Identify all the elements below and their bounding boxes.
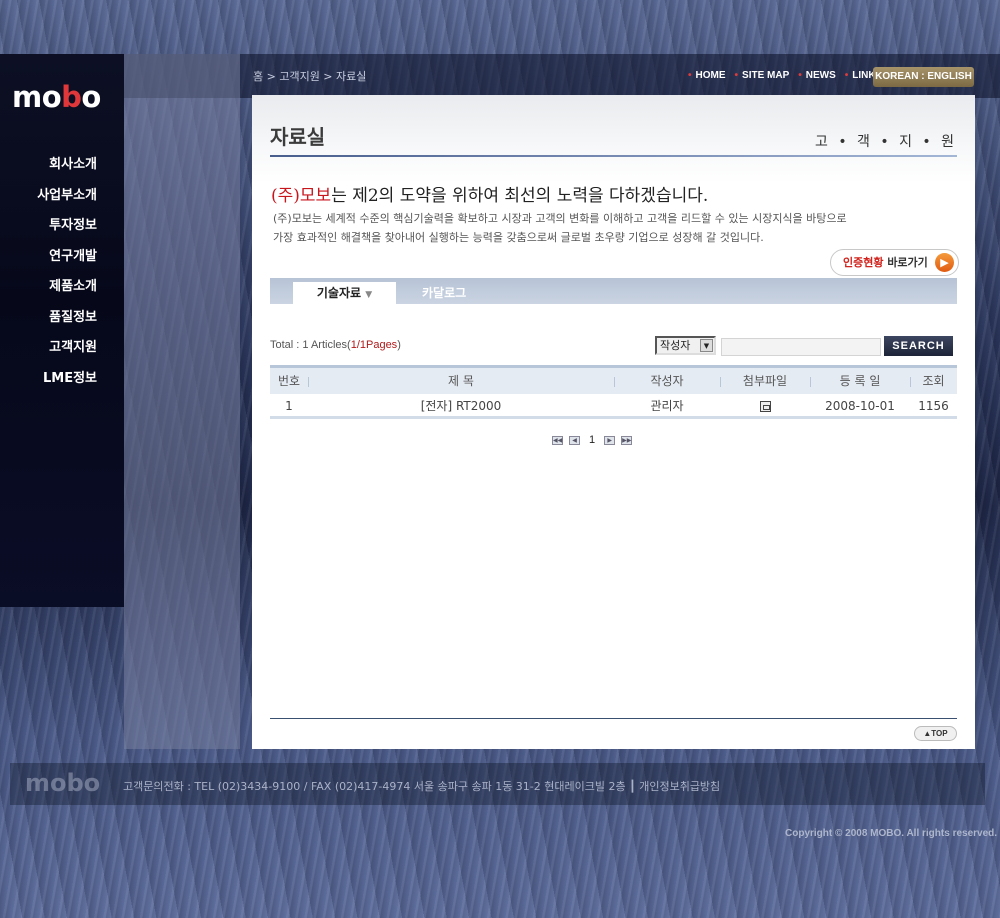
cert-button-label: 바로가기 [883,256,928,269]
footer-logo: mobo [25,769,101,797]
main-content: 자료실 고 • 객 • 지 • 원 (주)모보는 제2의 도약을 위하여 최선의… [252,95,975,749]
tab-catalog[interactable]: 카달로그 [422,282,466,304]
row-title-link[interactable]: [전자] RT2000 [308,394,614,418]
company-description: (주)모보는 세계적 수준의 핵심기술력을 확보하고 시장과 고객의 변화를 이… [273,209,847,247]
pagination: ◀◀ ◀ 1 ▶ ▶▶ [552,434,633,446]
tab-bar: 기술자료 ▼ 카달로그 [270,278,957,304]
row-attachment[interactable] [720,394,810,418]
certification-link-button[interactable]: 인증현황 바로가기 ▶ [830,249,959,276]
side-gray-column [124,54,240,749]
top-nav-home[interactable]: HOME [688,70,726,81]
row-author: 관리자 [650,399,684,413]
copyright-text: Copyright © 2008 MOBO. All rights reserv… [785,828,998,839]
slogan-text: 는 제2의 도약을 위하여 최선의 노력을 다하겠습니다. [331,186,709,206]
top-nav-news[interactable]: NEWS [798,70,836,81]
tab-label: 기술자료 [316,286,362,300]
next-page-icon[interactable]: ▶ [604,435,616,445]
section-title: 고 • 객 • 지 • 원 [815,134,957,150]
col-header-views: 조회 [922,374,945,388]
nav-item-research[interactable]: 연구개발 [0,242,124,273]
table-row: 1 [전자] RT2000 관리자 2008-10-01 1156 [270,394,957,419]
col-header-date: 등 록 일 [839,374,881,388]
col-header-attachment: 첨부파일 [742,374,788,388]
table-header: 번호 제 목 작성자 첨부파일 등 록 일 조회 [270,365,957,394]
col-header-title: 제 목 [448,374,474,388]
description-line: 가장 효과적인 해결책을 찾아내어 실행하는 능력을 갖춤으로써 글로벌 초우량… [273,231,764,244]
slogan-company: (주)모보 [271,186,332,206]
page-number-current[interactable]: 1 [589,434,595,446]
summary-pages: 1/1Pages [350,339,398,351]
search-input[interactable] [721,338,881,356]
footer-contact-info: 고객문의전화 : TEL (02)3434-9100 / FAX (02)417… [123,780,721,793]
attachment-file-icon[interactable] [759,401,771,412]
breadcrumb: 홈 > 고객지원 > 자료실 [253,70,367,83]
nav-item-products[interactable]: 제품소개 [0,272,124,303]
language-toggle-button[interactable]: KOREAN : ENGLISH [873,67,974,87]
chevron-down-icon: ▼ [700,339,713,352]
logo-text-a: mo [12,80,62,114]
search-field-select[interactable]: 작성자 ▼ [655,336,716,355]
logo-text-b: b [61,80,82,114]
logo-text-c: o [81,80,101,114]
nav-item-company[interactable]: 회사소개 [0,150,124,181]
page-title: 자료실 [270,125,326,149]
tab-technical-data[interactable]: 기술자료 ▼ [293,282,396,304]
nav-item-support[interactable]: 고객지원 [0,333,124,364]
arrow-right-icon: ▶ [935,253,954,272]
summary-suffix: ) [397,339,401,351]
board-table: 번호 제 목 작성자 첨부파일 등 록 일 조회 1 [전자] RT2000 관… [270,365,957,419]
back-to-top-button[interactable]: ▲TOP [914,726,957,741]
last-page-icon[interactable]: ▶▶ [621,435,633,445]
top-nav-sitemap[interactable]: SITE MAP [735,70,789,81]
col-header-author: 작성자 [650,374,684,388]
caret-down-icon: ▼ [365,290,373,300]
list-summary: Total : 1 Articles(1/1Pages) [270,339,401,351]
top-nav: HOME SITE MAP NEWS LINK [688,70,876,81]
row-number: 1 [285,399,293,413]
slogan: (주)모보는 제2의 도약을 위하여 최선의 노력을 다하겠습니다. [271,181,708,206]
description-line: (주)모보는 세계적 수준의 핵심기술력을 확보하고 시장과 고객의 변화를 이… [273,212,847,225]
left-nav-list: 회사소개 사업부소개 투자정보 연구개발 제품소개 품질정보 고객지원 LME정… [0,150,124,394]
col-header-number: 번호 [277,374,301,388]
summary-prefix: Total : 1 Articles( [270,339,351,351]
top-nav-link[interactable]: LINK [845,70,875,81]
cert-button-highlight: 인증현황 [843,256,884,269]
search-select-value: 작성자 [660,339,691,352]
search-button[interactable]: SEARCH [884,336,953,356]
nav-item-business[interactable]: 사업부소개 [0,181,124,212]
content-bottom-divider [270,718,957,719]
row-views: 1156 [918,399,949,413]
prev-page-icon[interactable]: ◀ [569,435,580,445]
row-date: 2008-10-01 [825,399,895,413]
header-divider [270,155,957,157]
nav-item-investment[interactable]: 투자정보 [0,211,124,242]
nav-item-lme[interactable]: LME정보 [0,364,124,395]
nav-item-quality[interactable]: 품질정보 [0,303,124,334]
mobo-logo[interactable]: mobo [12,80,108,116]
first-page-icon[interactable]: ◀◀ [552,435,563,445]
